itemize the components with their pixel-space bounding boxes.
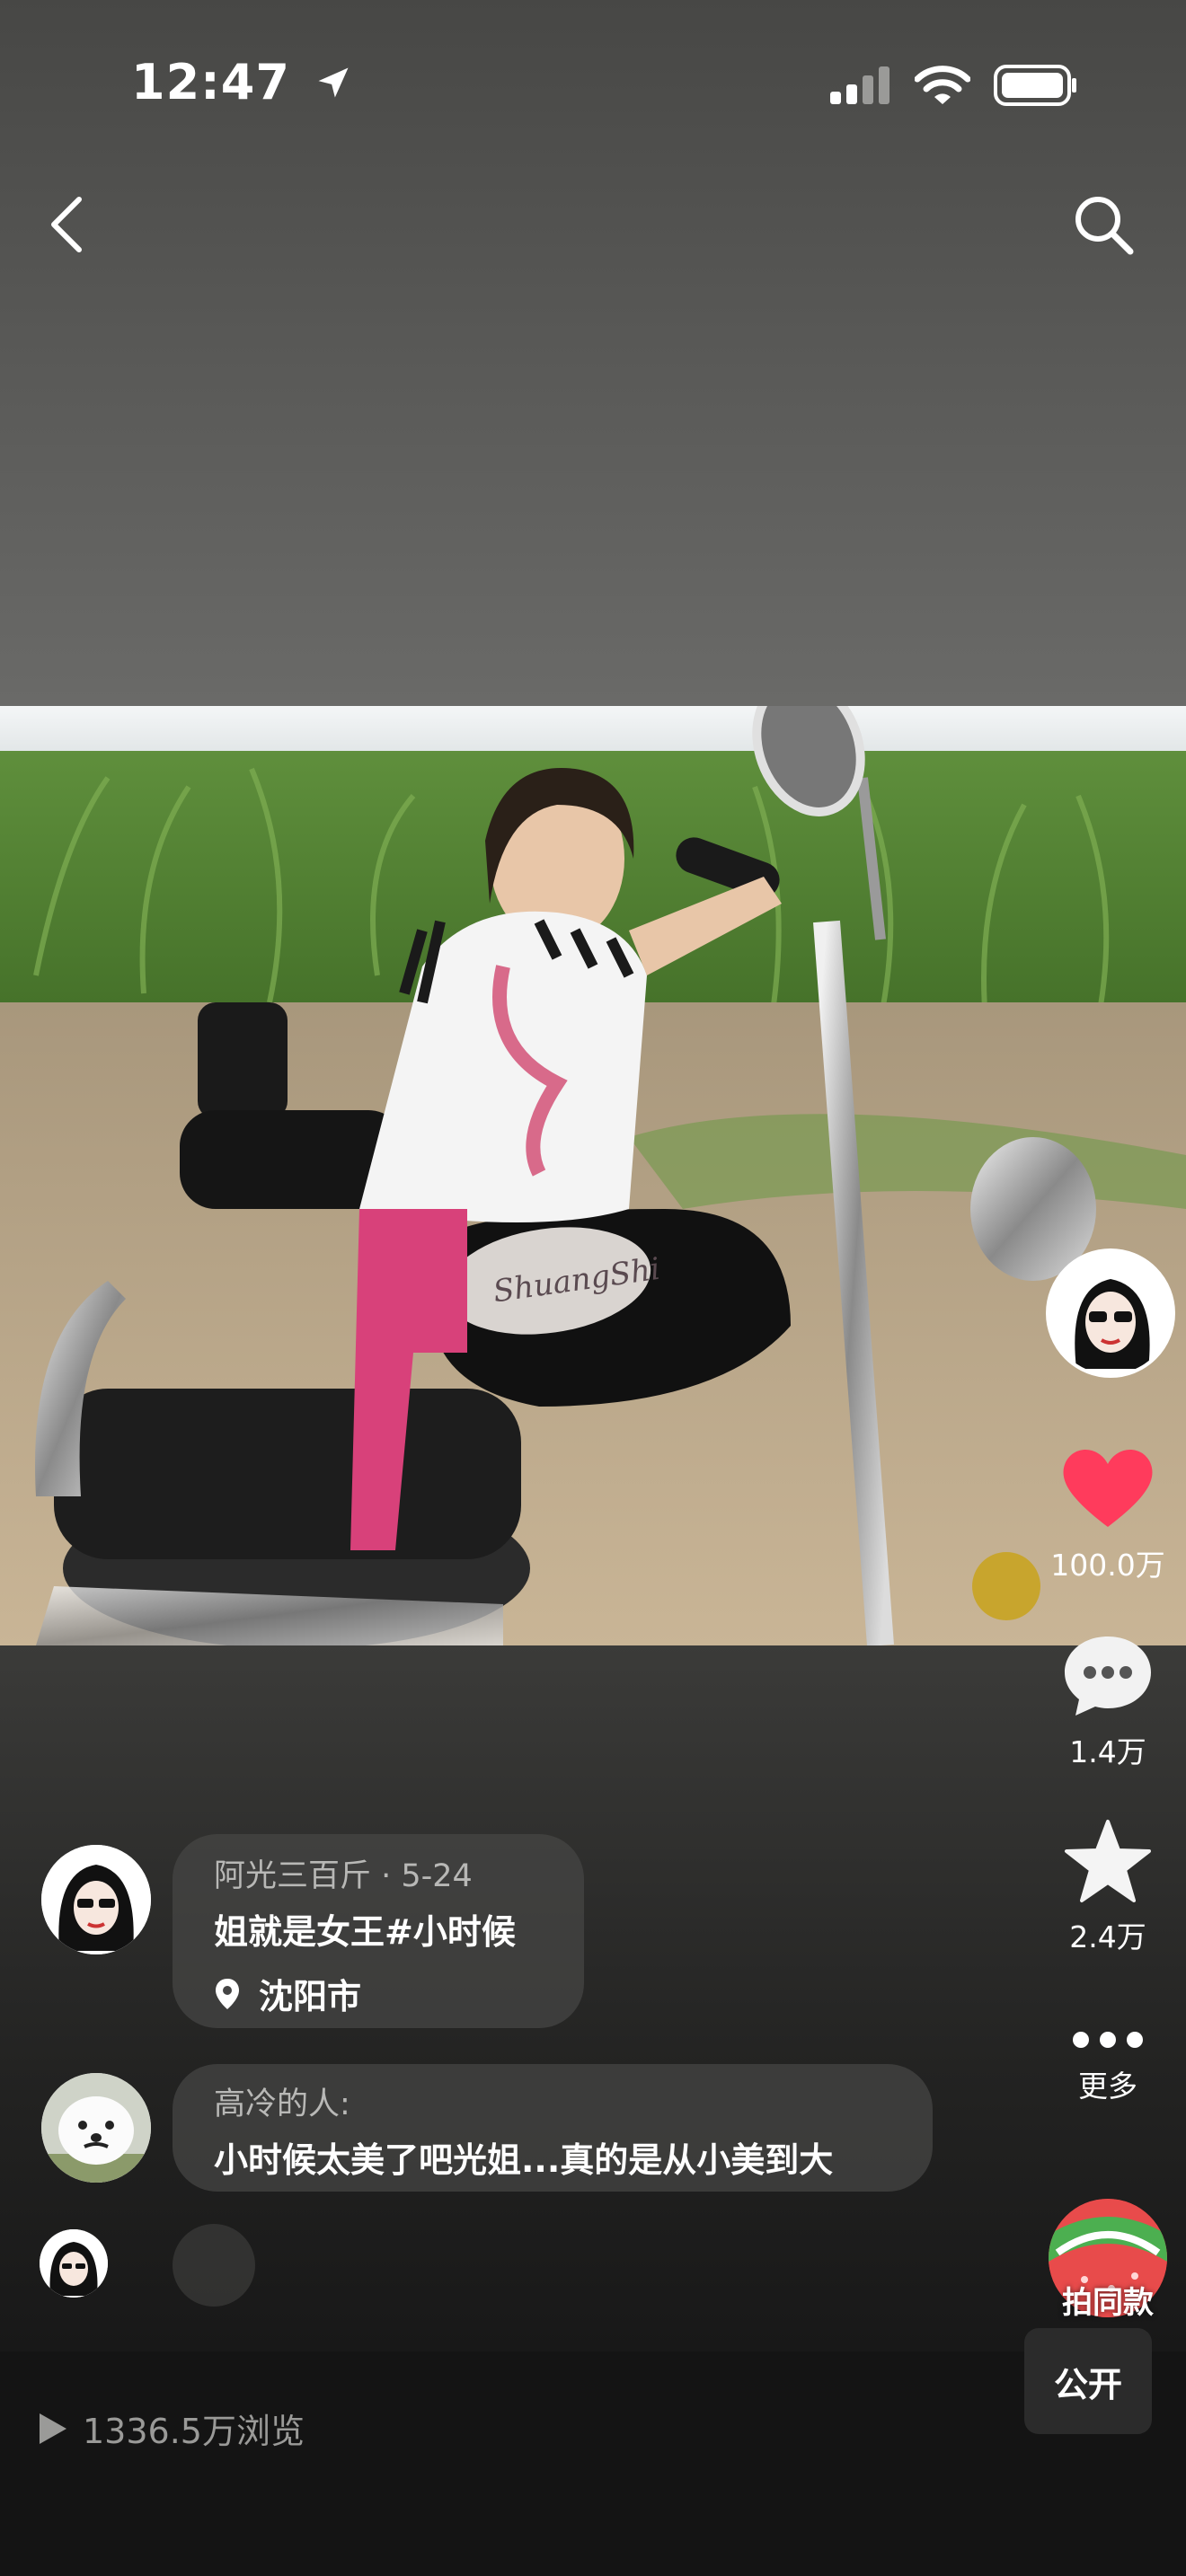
search-button[interactable] xyxy=(1067,189,1139,260)
back-button[interactable] xyxy=(40,189,93,260)
visibility-label: 公开 xyxy=(1053,2364,1122,2404)
remake-label: 拍同款 xyxy=(1062,2285,1154,2321)
white-dog-avatar-image xyxy=(41,2073,151,2183)
search-icon xyxy=(1075,197,1134,255)
bottom-bar xyxy=(0,2351,1186,2576)
cartoon-girl-avatar-image xyxy=(40,2229,108,2298)
comment-author: 高冷的人: xyxy=(214,2086,350,2122)
location-label: 沈阳市 xyxy=(259,1977,362,2016)
commenter-avatar[interactable] xyxy=(40,2229,108,2298)
cartoon-girl-avatar-image xyxy=(41,1845,151,1954)
comment-count: 1.4万 xyxy=(1069,1734,1146,1769)
location-arrow-icon xyxy=(318,67,349,98)
cartoon-girl-avatar-image xyxy=(1049,1252,1172,1374)
view-count: 1336.5万浏览 xyxy=(38,2404,305,2453)
location-pin-icon xyxy=(216,1978,239,2009)
post-location[interactable]: 沈阳市 xyxy=(214,1969,361,2018)
post-caption: 姐就是女王#小时候 xyxy=(214,1912,516,1952)
author-avatar[interactable] xyxy=(1046,1248,1175,1378)
heart-icon xyxy=(1063,1449,1153,1527)
status-icons xyxy=(830,63,1078,108)
cellular-signal-icon xyxy=(830,66,890,104)
status-time: 12:47 xyxy=(131,54,353,110)
remake-button[interactable]: 拍同款 xyxy=(1040,2199,1175,2322)
more-button[interactable]: 更多 xyxy=(1040,2026,1175,2105)
like-button[interactable]: 100.0万 xyxy=(1040,1442,1175,1584)
favorite-button[interactable]: 2.4万 xyxy=(1040,1818,1175,1956)
photo-illustration: ShuangShi xyxy=(0,706,1186,1645)
status-time-text: 12:47 xyxy=(131,54,290,110)
star-icon xyxy=(1065,1820,1151,1902)
more-label: 更多 xyxy=(1078,2069,1137,2104)
ellipsis-icon xyxy=(1073,2032,1143,2048)
post-meta: 阿光三百斤 · 5-24 xyxy=(214,1858,473,1894)
post-photo[interactable]: ShuangShi xyxy=(0,706,1186,1645)
speech-bubble-icon xyxy=(1065,1636,1151,1716)
play-icon xyxy=(40,2413,66,2444)
battery-icon xyxy=(994,65,1076,106)
comment-text: 小时候太美了吧光姐...真的是从小美到大 xyxy=(214,2140,834,2180)
commenter-avatar[interactable] xyxy=(41,2073,151,2183)
post-author-avatar[interactable] xyxy=(41,1845,151,1954)
wifi-icon xyxy=(915,66,970,104)
comment-bubble-placeholder xyxy=(173,2224,255,2307)
like-count: 100.0万 xyxy=(1050,1548,1165,1583)
view-count-label: 1336.5万浏览 xyxy=(83,2412,305,2451)
comment-button[interactable]: 1.4万 xyxy=(1040,1633,1175,1771)
favorite-count: 2.4万 xyxy=(1069,1919,1146,1954)
chevron-left-icon xyxy=(51,197,82,252)
visibility-button[interactable]: 公开 xyxy=(1024,2328,1152,2434)
